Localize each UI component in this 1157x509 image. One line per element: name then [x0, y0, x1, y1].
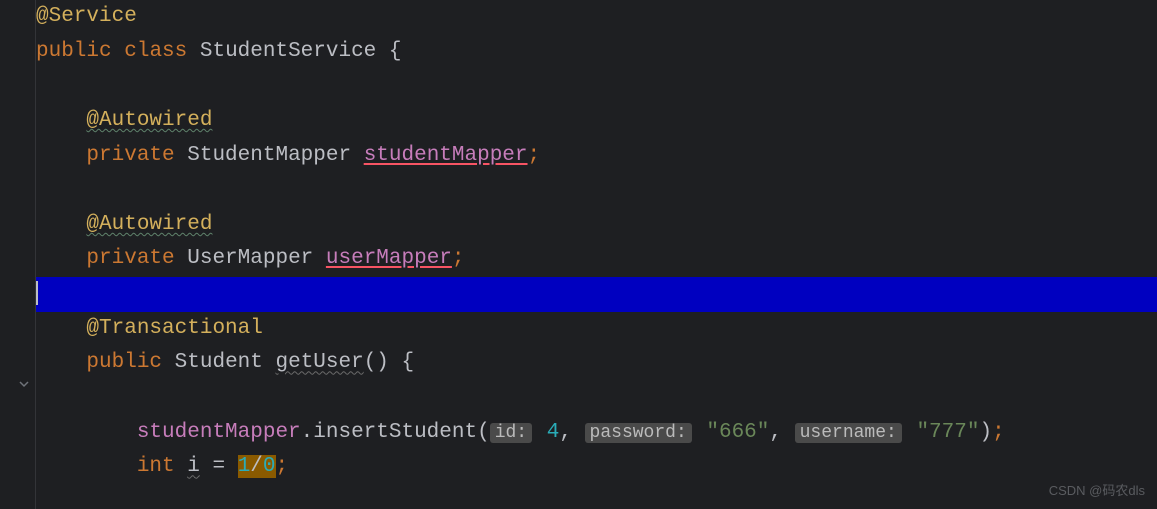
- code-line[interactable]: studentMapper.insertStudent(id: 4, passw…: [36, 416, 1157, 451]
- param-hint-username: username:: [795, 423, 902, 443]
- dot: .: [301, 421, 314, 444]
- type: StudentMapper: [187, 144, 351, 167]
- number-literal: 4: [547, 421, 560, 444]
- collapse-icon[interactable]: [18, 370, 30, 405]
- code-line-current[interactable]: [36, 277, 1157, 312]
- open-brace: {: [389, 40, 402, 63]
- field-ref: studentMapper: [137, 421, 301, 444]
- string-literal: "666": [706, 421, 769, 444]
- field-student-mapper: studentMapper: [364, 144, 528, 167]
- equals: =: [212, 455, 225, 478]
- semicolon: ;: [992, 421, 1005, 444]
- code-line[interactable]: [36, 69, 1157, 104]
- method-name: getUser: [275, 351, 363, 374]
- code-line[interactable]: [36, 173, 1157, 208]
- field-user-mapper: userMapper: [326, 247, 452, 270]
- code-line[interactable]: private StudentMapper studentMapper;: [36, 139, 1157, 174]
- variable-i: i: [187, 455, 200, 478]
- annotation-autowired: @Autowired: [86, 213, 212, 236]
- return-type: Student: [175, 351, 263, 374]
- string-literal: "777": [916, 421, 979, 444]
- keyword-private: private: [86, 144, 174, 167]
- comma: ,: [559, 421, 572, 444]
- close-paren: ): [979, 421, 992, 444]
- text-cursor: [36, 281, 38, 305]
- code-line[interactable]: @Autowired: [36, 208, 1157, 243]
- watermark: CSDN @码农dls: [1049, 480, 1145, 501]
- open-brace: {: [402, 351, 415, 374]
- semicolon: ;: [528, 144, 541, 167]
- code-line[interactable]: @Transactional: [36, 312, 1157, 347]
- keyword-private: private: [86, 247, 174, 270]
- keyword-public: public: [36, 40, 112, 63]
- editor-gutter: [0, 0, 36, 509]
- method-call: insertStudent: [313, 421, 477, 444]
- current-line-highlight: [36, 277, 1157, 312]
- code-line[interactable]: int i = 1/0;: [36, 450, 1157, 485]
- open-paren: (: [477, 421, 490, 444]
- keyword-class: class: [124, 40, 187, 63]
- annotation-transactional: @Transactional: [86, 317, 262, 340]
- keyword-int: int: [137, 455, 175, 478]
- code-line[interactable]: @Autowired: [36, 104, 1157, 139]
- class-name: StudentService: [200, 40, 376, 63]
- keyword-public: public: [86, 351, 162, 374]
- annotation-autowired: @Autowired: [86, 109, 212, 132]
- division-expr: 1/0: [238, 455, 276, 478]
- code-line[interactable]: [36, 381, 1157, 416]
- semicolon: ;: [452, 247, 465, 270]
- comma: ,: [769, 421, 782, 444]
- code-line[interactable]: public class StudentService {: [36, 35, 1157, 70]
- code-content[interactable]: @Service public class StudentService { @…: [36, 0, 1157, 509]
- code-line[interactable]: private UserMapper userMapper;: [36, 242, 1157, 277]
- type: UserMapper: [187, 247, 313, 270]
- parens: (): [364, 351, 389, 374]
- code-editor[interactable]: @Service public class StudentService { @…: [0, 0, 1157, 509]
- param-hint-id: id:: [490, 423, 532, 443]
- semicolon: ;: [276, 455, 289, 478]
- param-hint-password: password:: [585, 423, 692, 443]
- code-line[interactable]: public Student getUser() {: [36, 346, 1157, 381]
- code-line[interactable]: @Service: [36, 0, 1157, 35]
- annotation: @Service: [36, 5, 137, 28]
